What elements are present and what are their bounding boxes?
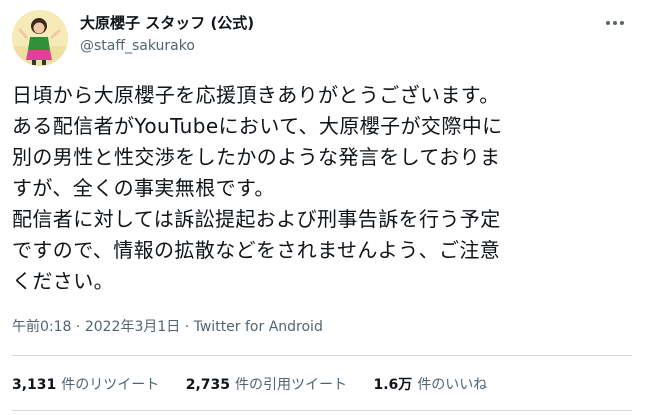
tweet-text-line: ある配信者がYouTubeにおいて、大原櫻子が交際中に: [12, 114, 503, 138]
tweet-stats: 3,131 件のリツイート 2,735 件の引用ツイート 1.6万 件のいいね: [12, 376, 509, 394]
user-handle[interactable]: @staff_sakurako: [80, 36, 254, 56]
divider-bottom: [12, 410, 632, 411]
quotes-count: 2,735: [185, 377, 231, 393]
tweet-metadata: 午前0:18 · 2022年3月1日 · Twitter for Android: [12, 318, 323, 336]
tweet-text-line: 日頃から大原櫻子を応援頂きありがとうございます。: [12, 83, 500, 107]
more-options-button[interactable]: [600, 12, 630, 34]
tweet-time[interactable]: 午前0:18: [12, 319, 71, 335]
tweet-card: 大原櫻子 スタッフ (公式) @staff_sakurako 日頃から大原櫻子を…: [0, 0, 645, 415]
divider-top: [12, 355, 632, 356]
retweets-stat[interactable]: 3,131 件のリツイート: [12, 376, 159, 394]
tweet-text-line: ですので、情報の拡散などをされませんよう、ご注意: [12, 238, 501, 262]
more-icon: [606, 21, 624, 25]
likes-count: 1.6万: [373, 377, 413, 393]
user-info: 大原櫻子 スタッフ (公式) @staff_sakurako: [80, 13, 254, 56]
tweet-date[interactable]: 2022年3月1日: [85, 319, 180, 335]
profile-photo-icon: [12, 10, 68, 66]
tweet-text-line: 配信者に対しては訴訟提起および刑事告訴を行う予定: [12, 207, 501, 231]
avatar[interactable]: [12, 10, 68, 66]
likes-label: 件のいいね: [417, 377, 488, 393]
meta-separator: ·: [75, 319, 85, 335]
retweets-count: 3,131: [12, 377, 57, 393]
retweets-label: 件のリツイート: [61, 377, 160, 393]
quotes-label: 件の引用ツイート: [235, 377, 348, 393]
display-name[interactable]: 大原櫻子 スタッフ (公式): [80, 13, 254, 33]
quotes-stat[interactable]: 2,735 件の引用ツイート: [186, 376, 347, 394]
tweet-header: 大原櫻子 スタッフ (公式) @staff_sakurako: [12, 10, 632, 66]
tweet-text: 日頃から大原櫻子を応援頂きありがとうございます。 ある配信者がYouTubeにお…: [12, 80, 636, 297]
meta-separator: ·: [184, 319, 194, 335]
likes-stat[interactable]: 1.6万 件のいいね: [374, 376, 488, 394]
tweet-text-line: ください。: [12, 269, 114, 293]
tweet-source[interactable]: Twitter for Android: [194, 319, 323, 335]
tweet-text-line: 別の男性と性交渉をしたかのような発言をしておりま: [12, 145, 501, 169]
tweet-text-line: すが、全くの事実無根です。: [12, 176, 275, 200]
